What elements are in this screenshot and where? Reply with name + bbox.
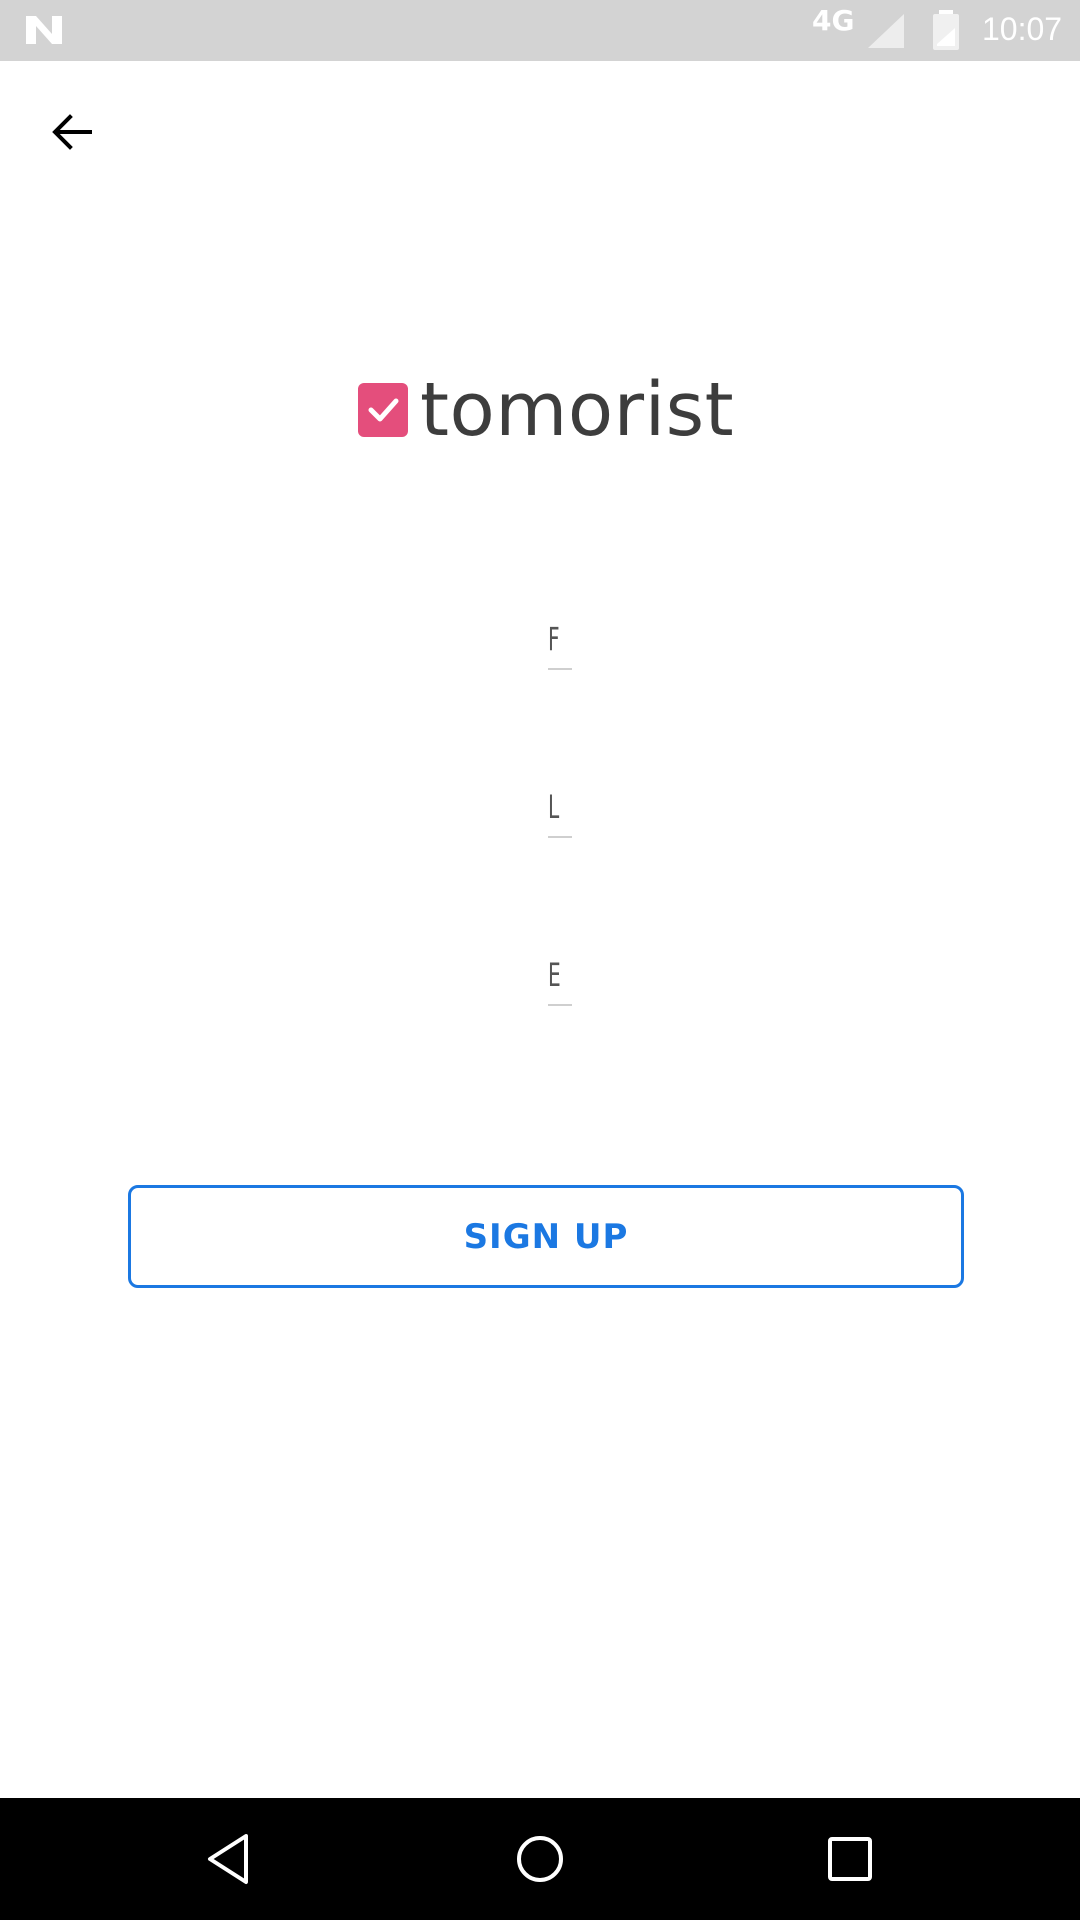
first-name-underline [548,668,572,670]
status-bar: 4G 10:07 [0,0,1080,61]
logo-text: tomorist [420,367,735,453]
navigation-bar [0,1798,1080,1920]
email-field[interactable]: E [548,950,572,1006]
signal-icon [868,14,904,48]
back-button[interactable] [36,96,108,168]
nav-recents-icon[interactable] [817,1826,883,1892]
notification-n-icon [26,16,62,44]
last-name-field[interactable]: L [548,782,572,838]
nav-back-icon[interactable] [198,1826,264,1892]
email-label: E [548,956,561,994]
email-underline [548,1004,572,1006]
checkbox-checked-icon [358,383,408,437]
nav-home-icon[interactable] [507,1826,573,1892]
app-logo: tomorist [358,360,734,460]
sign-up-button[interactable]: SIGN UP [128,1185,964,1288]
arrow-left-icon [52,114,92,150]
clock: 10:07 [982,11,1063,47]
first-name-label: F [548,620,560,658]
network-type: 4G [812,4,855,37]
last-name-label: L [548,788,560,826]
last-name-underline [548,836,572,838]
battery-icon [933,10,959,50]
first-name-field[interactable]: F [548,614,572,670]
